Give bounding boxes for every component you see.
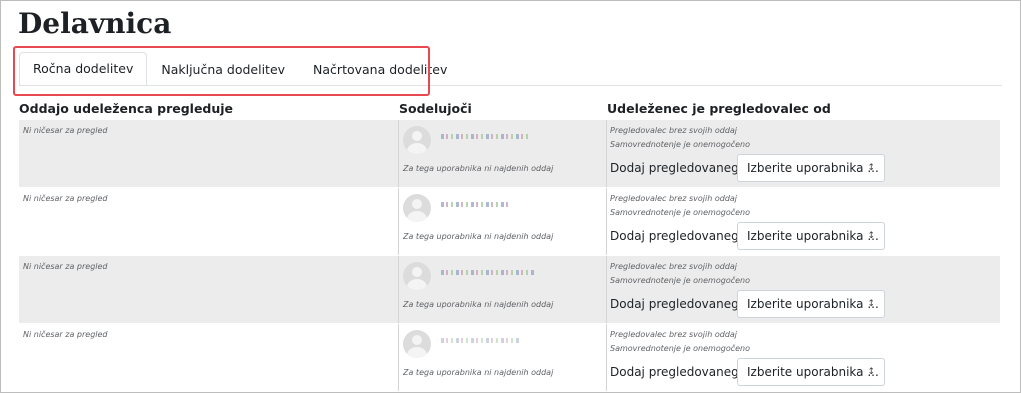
add-reviewee-label: Dodaj pregledovanega <box>610 297 747 311</box>
self-assessment-info: Samovrednotenje je onemogočeno <box>610 344 750 353</box>
reviewer-info: Pregledovalec brez svojih oddaj <box>610 330 738 339</box>
add-reviewee-label: Dodaj pregledovanega <box>610 229 747 243</box>
table-row: Ni ničesar za pregled Za tega uporabnika… <box>19 324 1000 391</box>
select-user-dropdown[interactable]: Izberite uporabnika ... ↕ <box>737 154 885 182</box>
tab-scheduled-allocation[interactable]: Načrtovana dodelitev <box>299 53 461 86</box>
reviewed-by-empty: Ni ničesar za pregled <box>23 262 108 271</box>
tabs-divider <box>19 85 1002 86</box>
reviewed-by-empty: Ni ničesar za pregled <box>23 126 108 135</box>
select-user-dropdown[interactable]: Izberite uporabnika ... ↕ <box>737 222 885 250</box>
no-submission-note: Za tega uporabnika ni najdenih oddaj <box>403 164 554 173</box>
participant-name-redacted[interactable] <box>441 338 521 343</box>
self-assessment-info: Samovrednotenje je onemogočeno <box>610 276 750 285</box>
select-arrows-icon: ↕ <box>867 231 875 241</box>
reviewer-info: Pregledovalec brez svojih oddaj <box>610 194 738 203</box>
add-reviewee-label: Dodaj pregledovanega <box>610 161 747 175</box>
select-value: Izberite uporabnika ... <box>747 229 879 243</box>
select-value: Izberite uporabnika ... <box>747 365 879 379</box>
no-submission-note: Za tega uporabnika ni najdenih oddaj <box>403 300 554 309</box>
reviewer-info: Pregledovalec brez svojih oddaj <box>610 126 738 135</box>
avatar <box>403 194 431 222</box>
select-value: Izberite uporabnika ... <box>747 297 879 311</box>
page-title: Delavnica <box>18 7 172 40</box>
avatar <box>403 262 431 290</box>
header-participants: Sodelujoči <box>399 101 472 116</box>
select-arrows-icon: ↕ <box>867 367 875 377</box>
table-row: Ni ničesar za pregled Za tega uporabnika… <box>19 188 1000 255</box>
select-arrows-icon: ↕ <box>867 299 875 309</box>
select-arrows-icon: ↕ <box>867 163 875 173</box>
participant-name-redacted[interactable] <box>441 202 511 207</box>
table-header: Oddajo udeleženca pregleduje Sodelujoči … <box>19 101 1002 119</box>
self-assessment-info: Samovrednotenje je onemogočeno <box>610 208 750 217</box>
tab-random-allocation[interactable]: Naključna dodelitev <box>147 53 299 86</box>
header-reviewer-of: Udeleženec je pregledovalec od <box>607 101 831 116</box>
allocation-tabs: Ročna dodelitev Naključna dodelitev Načr… <box>19 52 461 86</box>
participant-name-redacted[interactable] <box>441 270 536 275</box>
table-row: Ni ničesar za pregled Za tega uporabnika… <box>19 256 1000 323</box>
reviewer-info: Pregledovalec brez svojih oddaj <box>610 262 738 271</box>
reviewed-by-empty: Ni ničesar za pregled <box>23 330 108 339</box>
select-value: Izberite uporabnika ... <box>747 161 879 175</box>
tab-manual-allocation[interactable]: Ročna dodelitev <box>19 52 148 86</box>
reviewed-by-empty: Ni ničesar za pregled <box>23 194 108 203</box>
add-reviewee-label: Dodaj pregledovanega <box>610 365 747 379</box>
select-user-dropdown[interactable]: Izberite uporabnika ... ↕ <box>737 290 885 318</box>
select-user-dropdown[interactable]: Izberite uporabnika ... ↕ <box>737 358 885 386</box>
table-row: Ni ničesar za pregled Za tega uporabnika… <box>19 120 1000 187</box>
header-reviewed-by: Oddajo udeleženca pregleduje <box>19 101 234 116</box>
participant-name-redacted[interactable] <box>441 134 531 139</box>
self-assessment-info: Samovrednotenje je onemogočeno <box>610 140 750 149</box>
avatar <box>403 330 431 358</box>
no-submission-note: Za tega uporabnika ni najdenih oddaj <box>403 232 554 241</box>
workshop-frame: Delavnica Ročna dodelitev Naključna dode… <box>0 0 1021 393</box>
no-submission-note: Za tega uporabnika ni najdenih oddaj <box>403 368 554 377</box>
avatar <box>403 126 431 154</box>
